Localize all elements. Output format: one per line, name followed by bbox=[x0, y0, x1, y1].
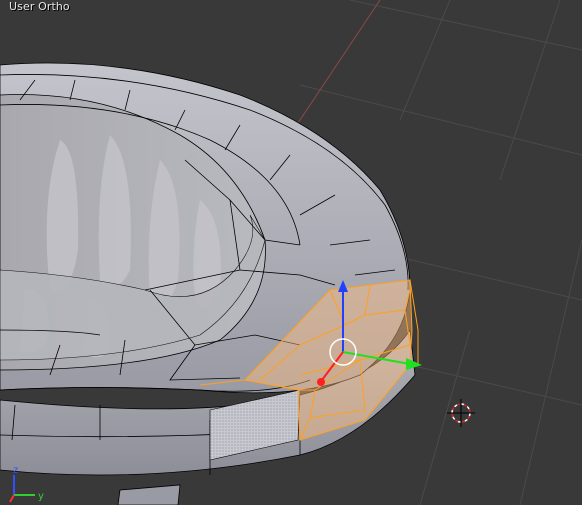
axis-y-label: y bbox=[38, 491, 44, 502]
3d-viewport[interactable]: z y User Ortho bbox=[0, 0, 582, 505]
mesh-foot bbox=[117, 484, 181, 505]
gizmo-x-handle[interactable] bbox=[317, 378, 325, 386]
axis-z-label: z bbox=[13, 465, 18, 476]
view-label: User Ortho bbox=[9, 0, 70, 13]
viewport-canvas[interactable]: z y bbox=[0, 0, 582, 505]
3d-cursor-icon[interactable] bbox=[447, 399, 475, 427]
